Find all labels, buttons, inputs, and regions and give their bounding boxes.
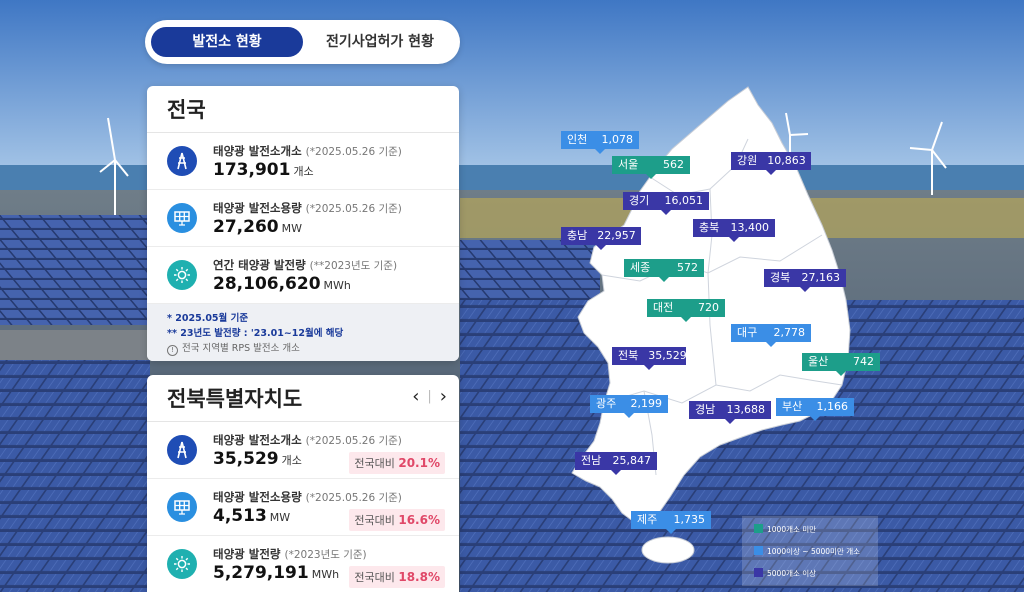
compare-label: 전국대비: [354, 457, 395, 470]
row-label: 연간 태양광 발전량: [213, 258, 306, 272]
legend-item: 1000이상 ~ 5000미만 개소: [754, 546, 860, 557]
row-value: 173,901: [213, 160, 291, 180]
region-plant-count-row: 태양광 발전소개소 (*2025.05.26 기준) 35,529 개소 전국대비…: [147, 422, 459, 479]
map-label-ulsan[interactable]: 울산 742: [802, 353, 880, 376]
row-value: 28,106,620: [213, 274, 321, 294]
info-icon: !: [167, 345, 178, 356]
national-share-badge: 전국대비 20.1%: [349, 452, 445, 474]
chevron-left-icon[interactable]: ‹: [412, 386, 419, 407]
tab-plant-status[interactable]: 발전소 현황: [151, 27, 303, 57]
region-summary-card: 전북특별자치도 ‹ | › 태양광 발전소개소 (*2025.05.26 기준) 3…: [147, 375, 459, 592]
map-label-chungbuk[interactable]: 충북 13,400: [693, 219, 775, 242]
row-note: (**2023년도 기준): [309, 260, 398, 272]
row-label: 태양광 발전소용량: [213, 201, 302, 215]
national-summary-card: 전국 태양광 발전소개소 (*2025.05.26 기준) 173,901 개소 …: [147, 86, 459, 361]
footnote-date: * 2025.05월 기준: [167, 313, 249, 324]
map-label-gyeongbuk[interactable]: 경북 27,163: [764, 269, 846, 292]
view-tabs: 발전소 현황 전기사업허가 현황: [145, 20, 460, 64]
jeju-island[interactable]: [641, 536, 695, 564]
row-note: (*2025.05.26 기준): [305, 146, 402, 158]
row-label: 태양광 발전소개소: [213, 144, 302, 158]
row-note: (*2025.05.26 기준): [305, 435, 402, 447]
row-note: (*2025.05.26 기준): [305, 492, 402, 504]
map-label-busan[interactable]: 부산 1,166: [776, 398, 854, 421]
national-capacity-row: 태양광 발전소용량 (*2025.05.26 기준) 27,260 MW: [147, 190, 459, 247]
legend-item: 1000개소 미만: [754, 524, 816, 535]
national-plant-count-row: 태양광 발전소개소 (*2025.05.26 기준) 173,901 개소: [147, 133, 459, 190]
national-share-badge: 전국대비 16.6%: [349, 509, 445, 531]
korea-map: [571, 86, 851, 564]
row-unit: 개소: [281, 454, 302, 467]
row-label: 태양광 발전소용량: [213, 490, 302, 504]
row-value: 27,260: [213, 217, 279, 237]
map-label-jeju[interactable]: 제주 1,735: [631, 511, 711, 534]
legend-swatch: [754, 524, 763, 533]
legend-swatch: [754, 568, 763, 577]
row-unit: 개소: [293, 165, 314, 178]
footnote-generation: ** 23년도 발전량 : '23.01~12월에 해당: [167, 328, 344, 339]
national-generation-row: 연간 태양광 발전량 (**2023년도 기준) 28,106,620 MWh: [147, 247, 459, 304]
region-generation-row: 태양광 발전량 (*2023년도 기준) 5,279,191 MWh 전국대비 1…: [147, 536, 459, 592]
legend-item: 5000개소 이상: [754, 568, 816, 579]
row-label: 태양광 발전소개소: [213, 433, 302, 447]
row-note: (*2023년도 기준): [284, 549, 367, 561]
map-label-daegu[interactable]: 대구 2,778: [731, 324, 811, 347]
map-label-sejong[interactable]: 세종 572: [624, 259, 704, 282]
row-unit: MWh: [323, 279, 351, 292]
tab-business-permit[interactable]: 전기사업허가 현황: [307, 27, 453, 57]
national-footnotes: * 2025.05월 기준 ** 23년도 발전량 : '23.01~12월에 …: [147, 304, 459, 361]
pylon-icon: [167, 146, 197, 176]
share-percent: 18.8%: [398, 570, 440, 584]
row-unit: MW: [281, 222, 302, 235]
map-legend: 1000개소 미만 1000이상 ~ 5000미만 개소 5000개소 이상: [742, 516, 878, 586]
compare-label: 전국대비: [354, 571, 395, 584]
row-note: (*2025.05.26 기준): [305, 203, 402, 215]
nav-separator: |: [427, 389, 432, 404]
row-unit: MW: [269, 511, 291, 524]
row-unit: MWh: [311, 568, 340, 581]
map-label-jeonbuk[interactable]: 전북 35,529: [612, 347, 687, 370]
map-label-gwangju[interactable]: 광주 2,199: [590, 395, 668, 418]
map-label-gangwon[interactable]: 강원 10,863: [731, 152, 811, 175]
map-label-incheon[interactable]: 인천 1,078: [561, 131, 639, 154]
map-label-chungnam[interactable]: 충남 22,957: [561, 227, 641, 250]
region-capacity-row: 태양광 발전소용량 (*2025.05.26 기준) 4,513 MW 전국대비 …: [147, 479, 459, 536]
pylon-icon: [167, 435, 197, 465]
row-value: 5,279,191: [213, 563, 309, 583]
chevron-right-icon[interactable]: ›: [440, 386, 447, 407]
share-percent: 20.1%: [398, 456, 440, 470]
map-label-seoul[interactable]: 서울 562: [612, 156, 690, 179]
sun-icon: [167, 260, 197, 290]
solar-panel-icon: [167, 492, 197, 522]
footnote-rps: 전국 지역별 RPS 발전소 개소: [182, 343, 300, 354]
row-value: 35,529: [213, 449, 279, 469]
map-label-gyeongnam[interactable]: 경남 13,688: [689, 401, 771, 424]
map-label-daejeon[interactable]: 대전 720: [647, 299, 725, 322]
row-value: 4,513: [213, 506, 267, 526]
solar-panel-icon: [167, 203, 197, 233]
legend-swatch: [754, 546, 763, 555]
share-percent: 16.6%: [398, 513, 440, 527]
national-share-badge: 전국대비 18.8%: [349, 566, 445, 588]
region-nav: ‹ | ›: [412, 386, 447, 407]
national-title: 전국: [147, 86, 459, 133]
sun-icon: [167, 549, 197, 579]
map-label-gyeonggi[interactable]: 경기 16,051: [623, 192, 709, 215]
map-label-jeonnam[interactable]: 전남 25,847: [575, 452, 657, 475]
row-label: 태양광 발전량: [213, 547, 281, 561]
compare-label: 전국대비: [354, 514, 395, 527]
